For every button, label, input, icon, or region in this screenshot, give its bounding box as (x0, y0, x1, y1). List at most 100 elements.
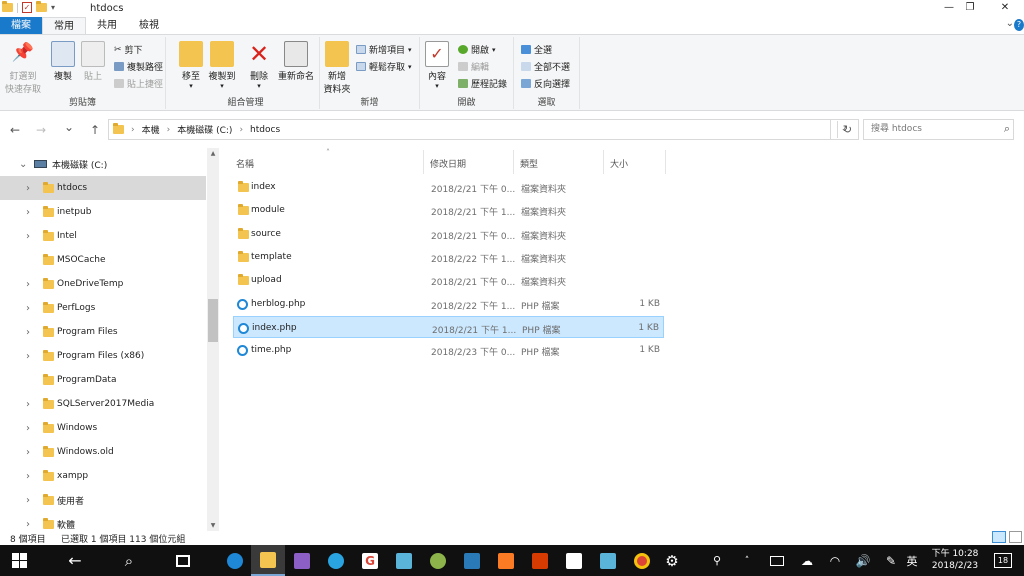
move-to-button[interactable]: 移至 ▾ (174, 41, 208, 90)
nav-item[interactable]: › Program Files (0, 320, 206, 344)
breadcrumb-htdocs[interactable]: htdocs (250, 125, 280, 135)
show-hidden-icons[interactable]: ˄ (730, 545, 764, 576)
file-explorer-icon[interactable] (251, 545, 285, 576)
nav-item[interactable]: › OneDriveTemp (0, 272, 206, 296)
chevron-right-icon[interactable]: › (26, 495, 30, 506)
chevron-right-icon[interactable]: › (26, 351, 30, 362)
app-icon[interactable] (455, 545, 489, 576)
search-icon[interactable]: ⌕ (112, 545, 146, 576)
breadcrumb-this-pc[interactable]: 本機 (142, 123, 160, 136)
notepad-icon[interactable] (387, 545, 421, 576)
invert-selection-button[interactable]: 反向選擇 (521, 77, 570, 90)
google-icon[interactable]: G (353, 545, 387, 576)
settings-gear-icon[interactable]: ⚙ (655, 545, 689, 576)
properties-button[interactable]: ✓ 內容 ▾ (422, 41, 452, 90)
xampp-icon[interactable] (489, 545, 523, 576)
history-button[interactable]: 歷程記錄 (458, 77, 507, 90)
visual-studio-icon[interactable] (285, 545, 319, 576)
pin-quick-access-button[interactable]: 📌 釘選到 快速存取 (3, 41, 43, 95)
new-folder-icon[interactable] (36, 1, 47, 12)
paste-shortcut-button[interactable]: 貼上捷徑 (114, 77, 163, 90)
tab-view[interactable]: 檢視 (128, 17, 170, 34)
restore-button[interactable]: ❐ (955, 0, 985, 17)
file-row[interactable]: source 2018/2/21 下午 0... 檔案資料夾 (233, 223, 664, 245)
ribbon-collapse-icon[interactable]: ⌄ (1006, 18, 1014, 29)
scroll-down-icon[interactable]: ▼ (207, 522, 219, 529)
file-row[interactable]: index 2018/2/21 下午 0... 檔案資料夾 (233, 176, 664, 198)
column-size[interactable]: 大小 (610, 157, 628, 170)
file-row[interactable]: herblog.php 2018/2/22 下午 1... PHP 檔案 1 KB (233, 293, 664, 315)
file-row[interactable]: upload 2018/2/21 下午 0... 檔案資料夾 (233, 269, 664, 291)
scrollbar-thumb[interactable] (208, 299, 218, 342)
help-icon[interactable]: ? (1014, 19, 1024, 31)
notepad-icon-2[interactable] (591, 545, 625, 576)
refresh-icon[interactable]: ↻ (837, 121, 857, 138)
edge-icon[interactable] (218, 545, 252, 576)
chevron-right-icon[interactable]: › (26, 399, 30, 410)
nav-item[interactable]: › htdocs (0, 176, 206, 200)
new-folder-button[interactable]: 新增 資料夾 (320, 41, 354, 95)
customize-qat-icon[interactable]: ▾ (51, 3, 55, 12)
edit-button[interactable]: 編輯 (458, 60, 489, 73)
nav-item[interactable]: MSOCache (0, 248, 206, 272)
close-button[interactable]: ✕ (990, 0, 1020, 17)
clock[interactable]: 下午 10:28 2018/2/23 (928, 548, 982, 572)
address-bar[interactable]: › 本機 › 本機磁碟 (C:) › htdocs (108, 119, 831, 140)
chevron-right-icon[interactable]: › (26, 231, 30, 242)
breadcrumb-drive[interactable]: 本機磁碟 (C:) (177, 123, 232, 136)
chevron-right-icon[interactable]: › (26, 303, 30, 314)
back-arrow-icon[interactable]: ← (10, 123, 20, 137)
ms-office-icon[interactable] (523, 545, 557, 576)
chevron-right-icon[interactable]: › (26, 207, 30, 218)
task-view-icon[interactable] (166, 545, 200, 576)
start-button[interactable] (2, 545, 36, 576)
notifications-icon[interactable]: 18 (994, 553, 1012, 568)
paste-button[interactable]: 貼上 (76, 41, 110, 82)
chevron-right-icon[interactable]: › (26, 519, 30, 530)
scroll-up-icon[interactable]: ▲ (207, 150, 219, 157)
people-icon[interactable]: ⚲ (700, 545, 734, 576)
nav-item-drive[interactable]: ⌄ 本機磁碟 (C:) (0, 152, 206, 176)
file-row[interactable]: index.php 2018/2/21 下午 1... PHP 檔案 1 KB (233, 315, 664, 338)
new-item-button[interactable]: 新增項目 ▾ (356, 43, 412, 56)
tab-share[interactable]: 共用 (86, 17, 128, 34)
tab-file[interactable]: 檔案 (0, 17, 42, 34)
delete-button[interactable]: ✕ 刪除 ▾ (242, 41, 276, 90)
column-name[interactable]: 名稱 (236, 157, 254, 170)
chevron-right-icon[interactable]: › (26, 183, 30, 194)
rename-button[interactable]: 重新命名 (275, 41, 317, 82)
chrome-icon[interactable] (625, 545, 659, 576)
nav-item[interactable]: › SQLServer2017Media (0, 392, 206, 416)
file-row[interactable]: template 2018/2/22 下午 1... 檔案資料夾 (233, 246, 664, 268)
select-all-button[interactable]: 全選 (521, 43, 552, 56)
properties-icon[interactable]: ✓ (22, 2, 32, 13)
nav-item[interactable]: ProgramData (0, 368, 206, 392)
forward-arrow-icon[interactable]: → (36, 123, 46, 137)
chevron-right-icon[interactable]: › (26, 279, 30, 290)
chevron-right-icon[interactable]: › (26, 423, 30, 434)
details-view-icon[interactable] (992, 531, 1006, 543)
nav-item[interactable]: › Windows.old (0, 440, 206, 464)
copy-button[interactable]: 複製 (46, 41, 80, 82)
search-icon[interactable]: ⌕ (1004, 122, 1010, 136)
select-none-button[interactable]: 全部不選 (521, 60, 570, 73)
cut-button[interactable]: ✂ 剪下 (114, 43, 143, 57)
up-arrow-icon[interactable]: ↑ (90, 123, 100, 137)
column-modified[interactable]: 修改日期 (430, 157, 466, 170)
recent-locations-icon[interactable]: ⌄ (64, 120, 74, 134)
easy-access-button[interactable]: 輕鬆存取 ▾ (356, 60, 412, 73)
nav-item[interactable]: › inetpub (0, 200, 206, 224)
nav-item[interactable]: › 使用者 (0, 488, 206, 512)
open-button[interactable]: 開啟 ▾ (458, 43, 496, 56)
ime-indicator[interactable]: 英 (900, 545, 924, 576)
copy-to-button[interactable]: 複製到 ▾ (205, 41, 239, 90)
nav-item[interactable]: › PerfLogs (0, 296, 206, 320)
nav-item[interactable]: › Intel (0, 224, 206, 248)
file-row[interactable]: module 2018/2/21 下午 1... 檔案資料夾 (233, 199, 664, 221)
file-row[interactable]: time.php 2018/2/23 下午 0... PHP 檔案 1 KB (233, 339, 664, 361)
tool-icon[interactable] (421, 545, 455, 576)
search-input[interactable]: 搜尋 htdocs (863, 119, 1014, 140)
browser-icon[interactable] (319, 545, 353, 576)
large-icons-view-icon[interactable] (1009, 531, 1022, 543)
chevron-right-icon[interactable]: › (26, 471, 30, 482)
